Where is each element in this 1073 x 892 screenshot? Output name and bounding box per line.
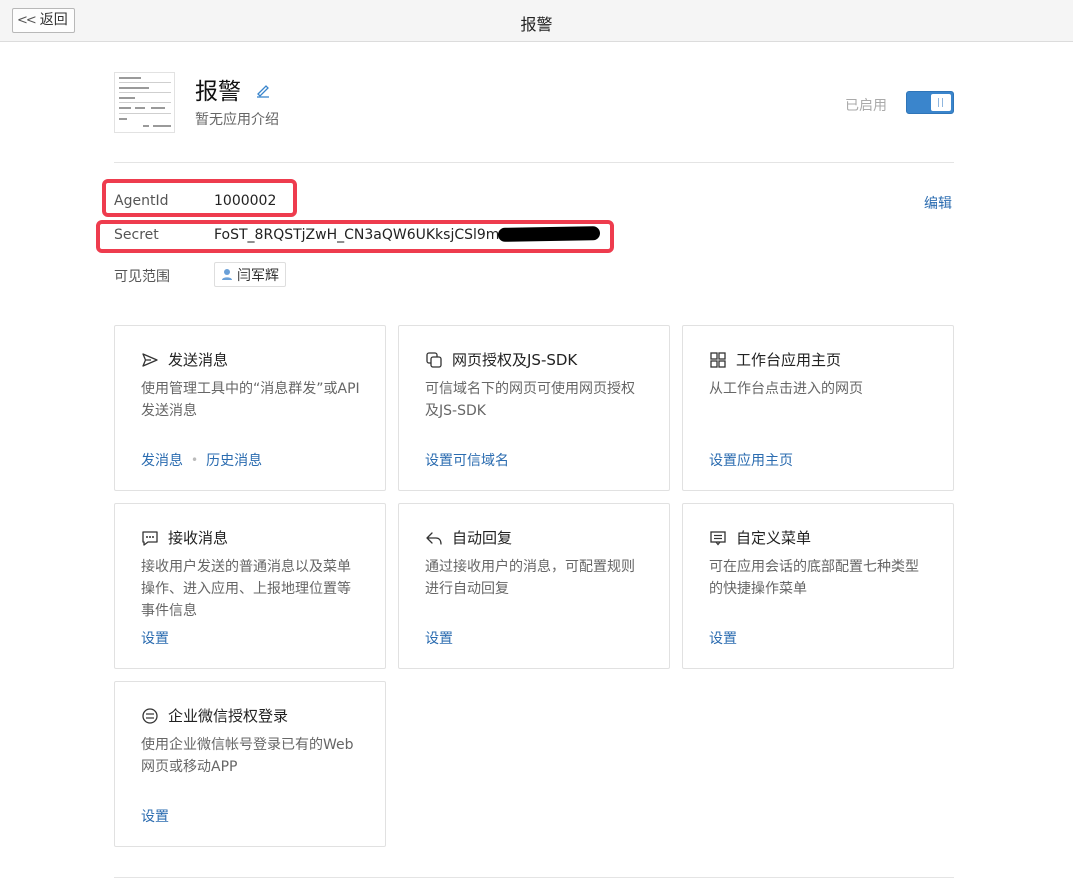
pencil-icon[interactable] [255, 82, 271, 98]
member-name: 闫军辉 [237, 267, 279, 284]
card-title: 网页授权及JS-SDK [425, 349, 577, 370]
card-description: 从工作台点击进入的网页 [709, 381, 863, 397]
toggle-knob [931, 94, 951, 111]
card-title-text: 接收消息 [168, 529, 229, 547]
web-auth-icon [426, 351, 442, 368]
card-description: 通过接收用户的消息，可配置规则进行自动回复 [425, 559, 635, 597]
card-title: 企业微信授权登录 [141, 705, 288, 726]
card-receive-message: 接收消息 接收用户发送的普通消息以及菜单操作、进入应用、上报地理位置等事件信息 … [114, 503, 386, 669]
card-send-message: 发送消息 使用管理工具中的“消息群发”或API发送消息 发消息 • 历史消息 [114, 325, 386, 491]
card-title: 接收消息 [141, 527, 228, 548]
settings-link[interactable]: 设置 [709, 628, 737, 648]
card-custom-menu: 自定义菜单 可在应用会话的底部配置七种类型的快捷操作菜单 设置 [682, 503, 954, 669]
card-title: 发送消息 [141, 349, 228, 370]
divider [114, 162, 954, 163]
app-description: 暂无应用介绍 [195, 112, 279, 128]
card-links: 设置 [709, 628, 737, 648]
card-title-text: 发送消息 [168, 351, 229, 369]
card-title-text: 自动回复 [452, 529, 513, 547]
set-app-homepage-link[interactable]: 设置应用主页 [709, 450, 793, 470]
card-links: 设置 [141, 628, 169, 648]
card-links: 发消息 • 历史消息 [141, 450, 262, 470]
card-description: 使用管理工具中的“消息群发”或API发送消息 [141, 381, 360, 419]
card-description: 接收用户发送的普通消息以及菜单操作、进入应用、上报地理位置等事件信息 [141, 559, 351, 619]
card-title-text: 工作台应用主页 [736, 351, 842, 369]
page-title: 报警 [520, 15, 553, 34]
send-icon [142, 352, 158, 367]
card-links: 设置可信域名 [425, 450, 509, 470]
highlight-box-agentid [102, 179, 297, 217]
member-tag[interactable]: 闫军辉 [214, 262, 286, 287]
reply-icon [426, 531, 442, 545]
settings-link[interactable]: 设置 [141, 806, 169, 826]
highlight-box-secret [96, 220, 614, 253]
card-description: 使用企业微信帐号登录已有的Web网页或移动APP [141, 737, 354, 775]
send-message-link[interactable]: 发消息 [141, 450, 183, 470]
app-name: 报警 [195, 79, 241, 105]
top-bar: << 返回 报警 [0, 0, 1073, 42]
chat-icon [142, 530, 158, 546]
card-title-text: 网页授权及JS-SDK [452, 351, 578, 369]
login-icon [142, 707, 158, 724]
set-trusted-domain-link[interactable]: 设置可信域名 [425, 450, 509, 470]
card-title-text: 自定义菜单 [736, 529, 812, 547]
settings-link[interactable]: 设置 [141, 628, 169, 648]
app-logo-thumbnail [114, 72, 175, 133]
card-web-auth: 网页授权及JS-SDK 可信域名下的网页可使用网页授权及JS-SDK 设置可信域… [398, 325, 670, 491]
card-auto-reply: 自动回复 通过接收用户的消息，可配置规则进行自动回复 设置 [398, 503, 670, 669]
settings-link[interactable]: 设置 [425, 628, 453, 648]
card-links: 设置应用主页 [709, 450, 793, 470]
user-icon [222, 269, 232, 280]
card-title: 自动回复 [425, 527, 512, 548]
divider [114, 877, 954, 878]
card-links: 设置 [425, 628, 453, 648]
card-description: 可在应用会话的底部配置七种类型的快捷操作菜单 [709, 559, 919, 597]
status-label: 已启用 [845, 98, 887, 114]
history-message-link[interactable]: 历史消息 [206, 450, 262, 470]
separator-dot: • [191, 453, 199, 467]
edit-link[interactable]: 编辑 [924, 193, 952, 213]
card-title: 工作台应用主页 [709, 349, 841, 370]
card-description: 可信域名下的网页可使用网页授权及JS-SDK [425, 381, 635, 419]
enable-toggle[interactable] [906, 91, 954, 114]
card-wecom-login: 企业微信授权登录 使用企业微信帐号登录已有的Web网页或移动APP 设置 [114, 681, 386, 847]
scope-label: 可见范围 [114, 269, 170, 285]
card-title-text: 企业微信授权登录 [168, 707, 289, 725]
menu-icon [710, 530, 726, 545]
card-links: 设置 [141, 806, 169, 826]
card-title: 自定义菜单 [709, 527, 811, 548]
grid-icon [710, 351, 726, 368]
card-workbench-homepage: 工作台应用主页 从工作台点击进入的网页 设置应用主页 [682, 325, 954, 491]
